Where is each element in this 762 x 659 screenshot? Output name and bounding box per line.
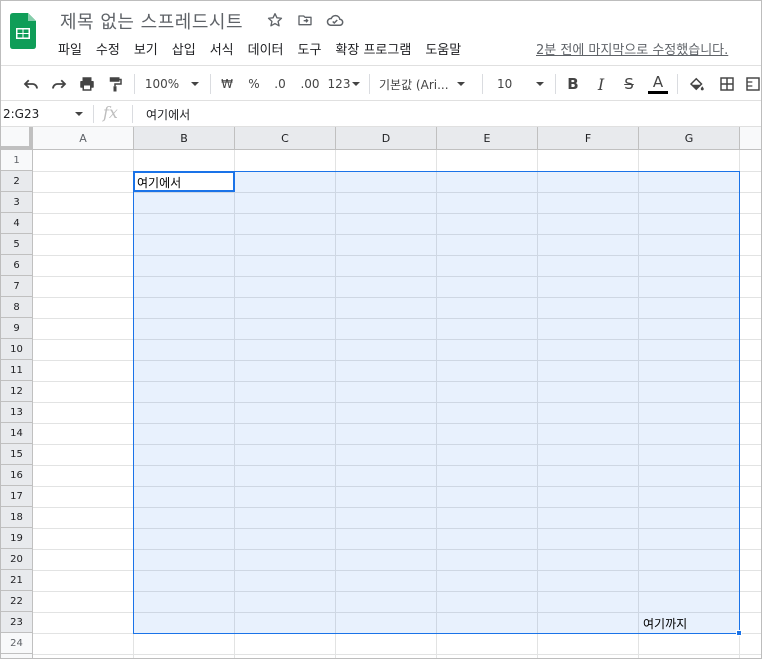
font-family-value: 기본값 (Ari... [379, 77, 449, 92]
selection-range[interactable] [133, 171, 740, 634]
column-header-b[interactable]: B [134, 127, 235, 150]
row-header[interactable]: 15 [1, 444, 33, 465]
sheet-grid[interactable]: A B C D E F G 1 2 3 4 5 6 7 8 9 10 11 12… [1, 127, 761, 658]
row-header[interactable]: 12 [1, 381, 33, 402]
row-header[interactable]: 8 [1, 297, 33, 318]
column-header-c[interactable]: C [235, 127, 336, 150]
row-header[interactable]: 4 [1, 213, 33, 234]
row-header[interactable]: 7 [1, 276, 33, 297]
row-header[interactable]: 21 [1, 570, 33, 591]
undo-icon[interactable] [19, 66, 43, 102]
row-header[interactable]: 9 [1, 318, 33, 339]
column-header-e[interactable]: E [437, 127, 538, 150]
title-bar: 제목 없는 스프레드시트 파일 수정 보기 삽입 서식 데이터 도구 확장 프로… [1, 1, 761, 65]
name-box[interactable]: 2:G23 [1, 101, 91, 127]
chevron-down-icon [536, 82, 545, 86]
more-formats-label: 123 [327, 77, 351, 91]
row-header[interactable]: 2 [1, 171, 33, 192]
print-icon[interactable] [75, 66, 99, 102]
menu-view[interactable]: 보기 [134, 39, 158, 58]
strikethrough-button[interactable]: S [618, 66, 640, 102]
row-header[interactable]: 19 [1, 528, 33, 549]
name-box-value: 2:G23 [3, 107, 40, 121]
formula-input[interactable]: 여기에서 [146, 106, 190, 123]
font-family-select[interactable]: 기본값 (Ari... [379, 66, 475, 102]
chevron-down-icon [456, 82, 465, 86]
column-header-g[interactable]: G [639, 127, 740, 150]
row-header[interactable]: 1 [1, 150, 33, 171]
increase-decimal-button[interactable]: .00 [297, 66, 323, 102]
toolbar: 100% ₩ % .0 .00 123 기본값 (Ari... 10 B I S [1, 65, 761, 101]
zoom-value: 100% [144, 77, 180, 91]
row-header[interactable]: 16 [1, 465, 33, 486]
cell-b2[interactable]: 여기에서 [137, 174, 181, 191]
row-header[interactable]: 22 [1, 591, 33, 612]
currency-format-button[interactable]: ₩ [217, 66, 237, 102]
row-header[interactable] [1, 654, 33, 658]
column-header-f[interactable]: F [538, 127, 639, 150]
merge-cells-icon[interactable] [745, 66, 761, 102]
row-header[interactable]: 10 [1, 339, 33, 360]
row-header[interactable]: 20 [1, 549, 33, 570]
column-header-h[interactable] [740, 127, 761, 150]
redo-icon[interactable] [47, 66, 71, 102]
cell-g23[interactable]: 여기까지 [643, 615, 687, 632]
row-header[interactable]: 5 [1, 234, 33, 255]
menu-data[interactable]: 데이터 [248, 39, 284, 58]
increase-decimal-label: .00 [300, 77, 320, 91]
text-color-swatch [648, 91, 668, 94]
column-header-d[interactable]: D [336, 127, 437, 150]
select-all-corner[interactable] [1, 127, 33, 150]
row-header[interactable]: 23 [1, 612, 33, 633]
menu-format[interactable]: 서식 [210, 39, 234, 58]
chevron-down-icon [75, 112, 83, 116]
row-header[interactable]: 6 [1, 255, 33, 276]
fill-handle[interactable] [736, 630, 742, 636]
row-header[interactable]: 24 [1, 633, 33, 654]
menu-insert[interactable]: 삽입 [172, 39, 196, 58]
menu-bar: 파일 수정 보기 삽입 서식 데이터 도구 확장 프로그램 도움말 [58, 39, 461, 58]
borders-icon[interactable] [715, 66, 739, 102]
font-size-select[interactable]: 10 [491, 66, 549, 102]
row-header[interactable]: 3 [1, 192, 33, 213]
cloud-status-icon[interactable] [326, 11, 344, 29]
text-color-label: A [652, 73, 664, 91]
bold-button[interactable]: B [562, 66, 584, 102]
sheets-logo-icon[interactable] [10, 13, 36, 49]
row-header[interactable]: 17 [1, 486, 33, 507]
column-header-a[interactable]: A [33, 127, 134, 150]
chevron-down-icon [191, 82, 200, 86]
star-icon[interactable] [266, 11, 284, 29]
row-header[interactable]: 13 [1, 402, 33, 423]
font-size-value: 10 [497, 77, 513, 91]
chevron-down-icon [352, 82, 361, 86]
menu-tools[interactable]: 도구 [298, 39, 322, 58]
move-folder-icon[interactable] [296, 11, 314, 29]
row-header[interactable]: 18 [1, 507, 33, 528]
decrease-decimal-label: .0 [274, 77, 286, 91]
formula-bar: 2:G23 fx 여기에서 [1, 101, 761, 127]
last-edit-link[interactable]: 2분 전에 마지막으로 수정했습니다. [536, 39, 728, 58]
more-formats-select[interactable]: 123 [326, 66, 362, 102]
text-color-button[interactable]: A [646, 66, 670, 102]
menu-edit[interactable]: 수정 [96, 39, 120, 58]
italic-button[interactable]: I [590, 66, 612, 102]
menu-extensions[interactable]: 확장 프로그램 [335, 39, 411, 58]
row-header[interactable]: 14 [1, 423, 33, 444]
menu-file[interactable]: 파일 [58, 39, 82, 58]
percent-format-button[interactable]: % [244, 66, 264, 102]
row-header[interactable]: 11 [1, 360, 33, 381]
paint-format-icon[interactable] [103, 66, 127, 102]
decrease-decimal-button[interactable]: .0 [268, 66, 292, 102]
fill-color-icon[interactable] [685, 66, 709, 102]
menu-help[interactable]: 도움말 [425, 39, 461, 58]
zoom-select[interactable]: 100% [141, 66, 203, 102]
app-window: 제목 없는 스프레드시트 파일 수정 보기 삽입 서식 데이터 도구 확장 프로… [0, 0, 762, 659]
document-title[interactable]: 제목 없는 스프레드시트 [60, 8, 243, 34]
function-icon: fx [103, 103, 118, 122]
